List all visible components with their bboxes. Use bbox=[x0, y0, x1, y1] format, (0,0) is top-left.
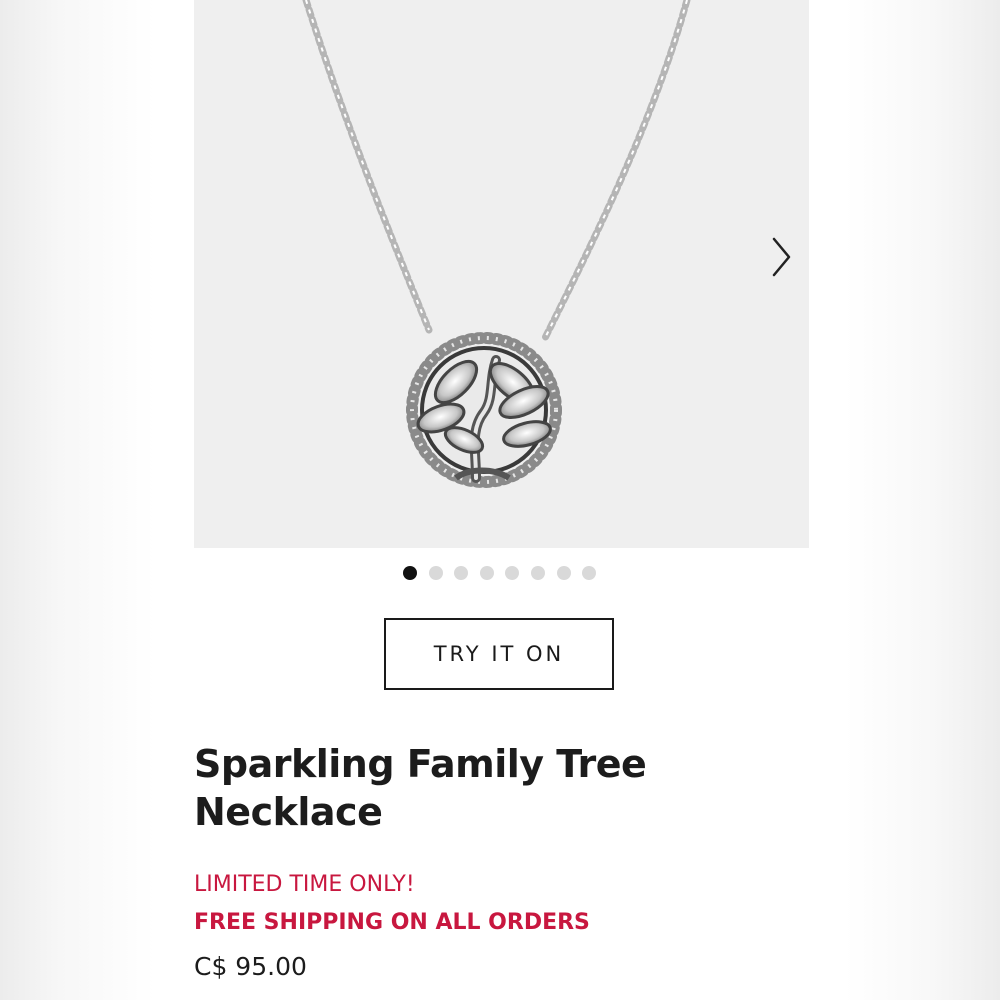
product-title: Sparkling Family Tree Necklace bbox=[194, 740, 714, 836]
tree-of-life-necklace-image bbox=[302, 0, 691, 488]
product-image-gallery[interactable] bbox=[194, 0, 809, 548]
carousel-dot-8[interactable] bbox=[582, 566, 597, 580]
product-title-line2: Necklace bbox=[194, 790, 383, 834]
product-price: C$ 95.00 bbox=[194, 952, 307, 981]
promo-free-shipping: FREE SHIPPING ON ALL ORDERS bbox=[194, 910, 590, 935]
carousel-dot-4[interactable] bbox=[479, 566, 494, 580]
carousel-dot-3[interactable] bbox=[454, 566, 469, 580]
carousel-dot-7[interactable] bbox=[556, 566, 571, 580]
product-title-line1: Sparkling Family Tree bbox=[194, 742, 647, 786]
carousel-dot-6[interactable] bbox=[530, 566, 545, 580]
carousel-pagination bbox=[403, 566, 597, 580]
carousel-dot-1[interactable] bbox=[403, 566, 417, 580]
promo-limited-time: LIMITED TIME ONLY! bbox=[194, 872, 415, 897]
try-it-on-button[interactable]: TRY IT ON bbox=[384, 618, 614, 690]
chevron-right-icon[interactable] bbox=[763, 232, 799, 282]
carousel-dot-2[interactable] bbox=[428, 566, 443, 580]
carousel-dot-5[interactable] bbox=[505, 566, 520, 580]
